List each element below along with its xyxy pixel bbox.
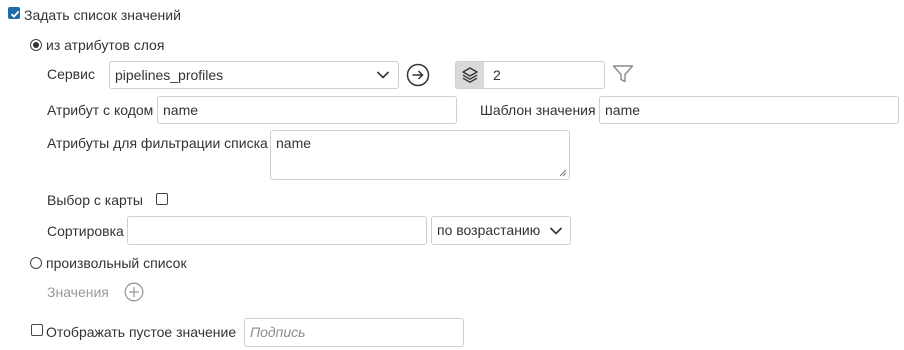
code-attr-label: Атрибут с кодом (47, 102, 154, 118)
map-select-label: Выбор с карты (47, 192, 143, 208)
empty-value-label: Отображать пустое значение (46, 324, 237, 340)
from-layer-label: из атрибутов слоя (46, 37, 165, 53)
custom-list-label: произвольный список (46, 255, 187, 271)
service-label: Сервис (47, 66, 95, 82)
plus-circle-icon[interactable] (124, 282, 144, 302)
from-layer-radio[interactable] (30, 39, 42, 51)
filter-attrs-label: Атрибуты для фильтрации списка (47, 135, 268, 151)
caption-input[interactable]: Подпись (244, 318, 464, 347)
code-attr-input[interactable]: name (157, 96, 457, 124)
empty-value-checkbox[interactable] (31, 324, 43, 336)
resize-handle-icon[interactable] (559, 169, 567, 177)
filter-icon[interactable] (612, 64, 634, 84)
template-input[interactable]: name (599, 96, 899, 124)
enable-list-checkbox[interactable] (8, 7, 20, 19)
caption-placeholder: Подпись (250, 324, 306, 340)
layers-icon (462, 67, 478, 83)
service-select-value: pipelines_profiles (115, 67, 224, 83)
chevron-down-icon (549, 227, 563, 235)
sort-label: Сортировка (47, 223, 124, 239)
chevron-down-icon (376, 71, 390, 79)
layers-count: 2 (493, 67, 501, 83)
sort-order-select[interactable]: по возрастанию (431, 216, 571, 245)
filter-attrs-value: name (276, 135, 312, 151)
values-label: Значения (47, 284, 109, 300)
filter-attrs-textarea[interactable]: name (270, 130, 570, 180)
arrow-right-circle-icon[interactable] (406, 63, 430, 87)
sort-input[interactable] (127, 216, 427, 245)
service-select[interactable]: pipelines_profiles (109, 61, 399, 89)
layers-group: 2 (455, 61, 605, 89)
template-label: Шаблон значения (480, 102, 596, 118)
check-icon (10, 10, 20, 18)
layers-button[interactable] (456, 62, 484, 88)
custom-list-radio[interactable] (30, 257, 42, 269)
map-select-checkbox[interactable] (156, 193, 168, 205)
sort-order-value: по возрастанию (437, 222, 541, 238)
enable-list-label: Задать список значений (24, 7, 181, 23)
